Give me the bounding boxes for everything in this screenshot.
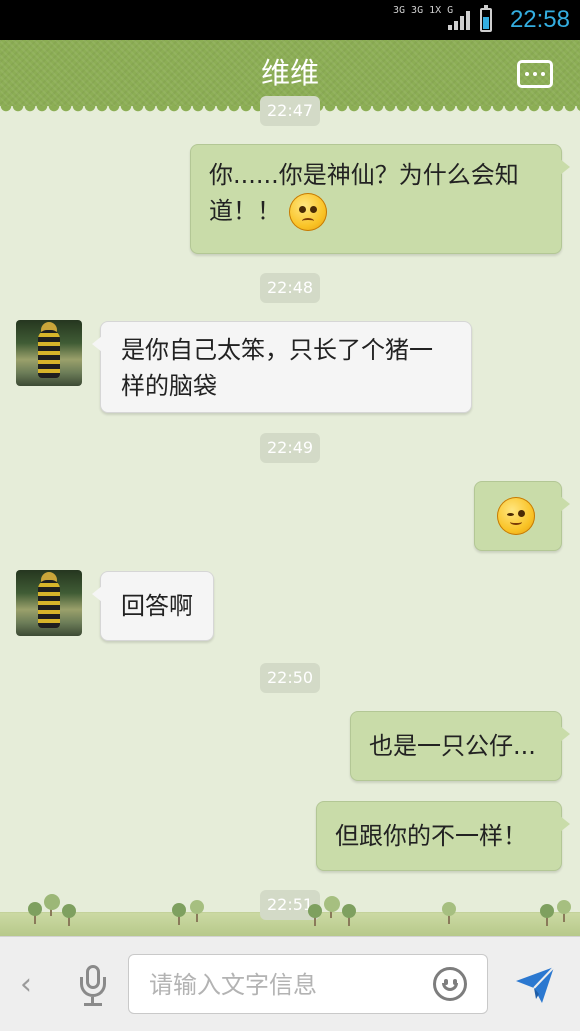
squinting-face-emoji-icon bbox=[497, 497, 535, 535]
message-text: 你......你是神仙？为什么会知道！！ bbox=[209, 161, 519, 225]
status-bar: 3G 3G 1X G 22:58 bbox=[0, 0, 580, 40]
message-bubble-outgoing[interactable]: 但跟你的不一样！ bbox=[316, 801, 570, 871]
time-divider: 22:50 bbox=[260, 663, 320, 693]
signal-icon bbox=[448, 10, 472, 30]
input-bar: ‹ bbox=[0, 936, 580, 1031]
back-chevron-icon[interactable]: ‹ bbox=[20, 967, 32, 1003]
message-text: 也是一只公仔... bbox=[369, 732, 536, 760]
more-dots-icon[interactable] bbox=[517, 60, 553, 88]
worried-face-emoji-icon bbox=[288, 193, 327, 231]
message-bubble-outgoing[interactable] bbox=[474, 481, 570, 551]
message-bubble-incoming[interactable]: 是你自己太笨，只长了个猪一样的脑袋 bbox=[92, 321, 472, 413]
battery-icon bbox=[480, 5, 492, 32]
time-divider: 22:47 bbox=[260, 96, 320, 126]
message-bubble-outgoing[interactable]: 你......你是神仙？为什么会知道！！ bbox=[190, 144, 570, 254]
send-icon[interactable] bbox=[512, 961, 558, 1007]
message-input[interactable] bbox=[147, 963, 421, 1007]
message-bubble-incoming[interactable]: 回答啊 bbox=[92, 571, 214, 641]
status-time: 22:58 bbox=[509, 6, 570, 33]
smiley-icon[interactable] bbox=[433, 967, 467, 1001]
message-text: 但跟你的不一样！ bbox=[335, 822, 527, 850]
message-input-container bbox=[128, 954, 488, 1014]
time-divider: 22:49 bbox=[260, 433, 320, 463]
contact-avatar[interactable] bbox=[16, 320, 82, 386]
time-divider: 22:48 bbox=[260, 273, 320, 303]
network-indicator: 3G 3G 1X G bbox=[393, 5, 454, 16]
microphone-icon[interactable] bbox=[78, 965, 108, 1007]
message-text: 是你自己太笨，只长了个猪一样的脑袋 bbox=[121, 336, 433, 400]
contact-avatar[interactable] bbox=[16, 570, 82, 636]
message-bubble-outgoing[interactable]: 也是一只公仔... bbox=[350, 711, 570, 781]
message-text: 回答啊 bbox=[121, 592, 193, 620]
